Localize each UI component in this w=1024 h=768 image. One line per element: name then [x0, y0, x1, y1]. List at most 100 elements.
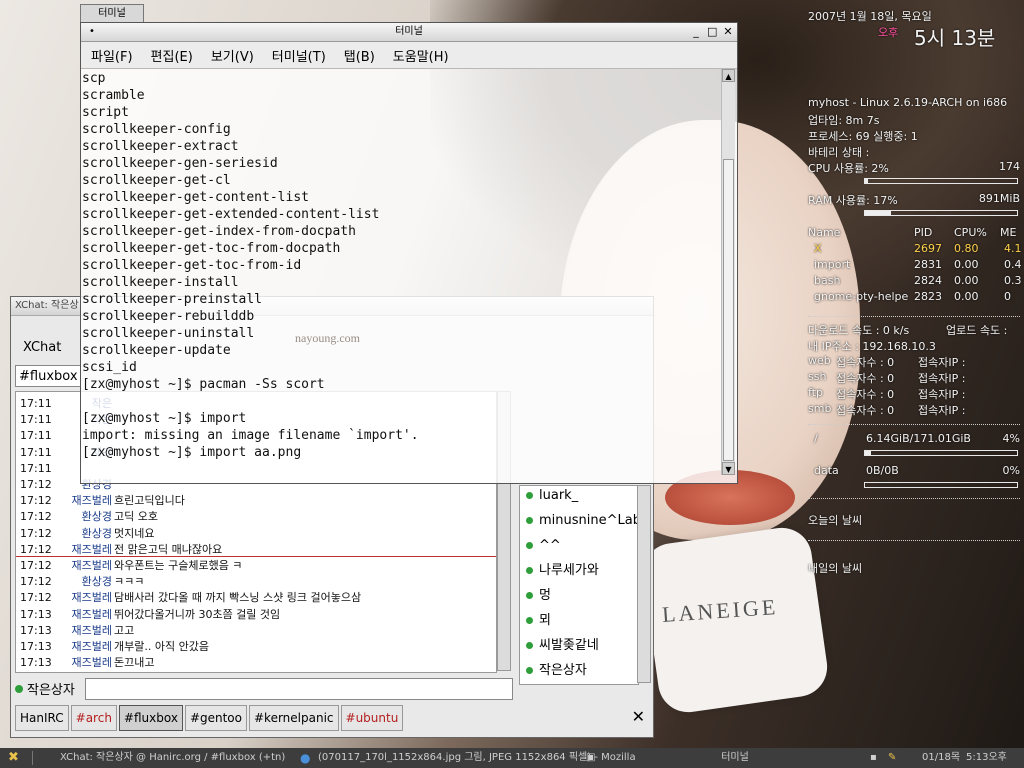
user-list-item[interactable]: minusnine^Lab	[520, 509, 638, 533]
menu-edit[interactable]: 편집(E)	[151, 46, 193, 65]
terminal-output[interactable]: scp scramble script scrollkeeper-config scro…	[81, 68, 721, 475]
menu-terminal[interactable]: 터미널(T)	[272, 46, 326, 65]
conky-divider	[808, 540, 1020, 541]
menu-tabs[interactable]: 탭(B)	[344, 46, 375, 65]
service-ip: 접속자IP :	[918, 356, 966, 369]
minimize-icon[interactable]: _	[691, 23, 701, 41]
tab-hanirc[interactable]: HanIRC	[15, 705, 69, 731]
user-list-item[interactable]: luark_	[520, 486, 578, 508]
service-ip: 접속자IP :	[918, 372, 966, 385]
terminal-line: scp	[82, 71, 106, 86]
terminal-tab[interactable]: 터미널	[80, 4, 144, 22]
user-status-icon	[526, 641, 533, 649]
scroll-up-arrow-icon[interactable]: ▲	[722, 69, 735, 82]
service-name: ssh	[808, 370, 827, 383]
proc-pid: 2823	[914, 290, 942, 303]
fluxbox-menu-icon[interactable]: ✖	[8, 748, 19, 768]
chat-message: 17:12 재즈벌레 담배사러 갔다올 때 까지 빡스닝 스샷 링크 걸어놓으삼	[16, 590, 496, 606]
conky-ram-total: 891MiB	[978, 192, 1020, 205]
service-connections: 접속자수 : 0	[836, 404, 895, 417]
terminal-line: scramble	[82, 88, 145, 103]
terminal-line: scsi_id	[82, 360, 137, 375]
user-list-item[interactable]: 나루세가와	[520, 559, 599, 583]
proc-pid: 2824	[914, 274, 942, 287]
tab-fluxbox[interactable]: #fluxbox	[118, 705, 183, 731]
message-nick[interactable]: 재즈벌레	[72, 655, 112, 671]
message-time: 17:12	[20, 526, 52, 540]
terminal-scrollbar[interactable]: ▲ ▼	[721, 69, 735, 475]
disk-data-bar	[864, 482, 1018, 488]
message-nick[interactable]: 재즈벌레	[72, 623, 112, 639]
proc-header-pid: PID	[914, 226, 933, 239]
scroll-down-arrow-icon[interactable]: ▼	[722, 462, 735, 475]
window-menu-icon[interactable]: •	[89, 23, 95, 41]
user-list-item[interactable]: 멍	[520, 584, 551, 608]
terminal-titlebar[interactable]: • 터미널 _ □ ✕	[81, 23, 737, 42]
user-list-item[interactable]: 씨발좆같네	[520, 634, 599, 658]
conky-divider	[808, 424, 1020, 425]
menu-view[interactable]: 보기(V)	[211, 46, 254, 65]
terminal-line: scrollkeeper-get-toc-from-docpath	[82, 241, 341, 256]
message-time: 17:12	[20, 510, 52, 524]
message-input[interactable]	[85, 678, 513, 700]
message-nick[interactable]: 재즈벌레	[72, 590, 112, 606]
proc-header-cpu: CPU%	[954, 226, 987, 239]
maximize-icon[interactable]: □	[707, 23, 717, 41]
message-nick[interactable]: 재즈벌레	[72, 607, 112, 623]
message-time: 17:12	[20, 591, 52, 605]
conky-upload: 업로드 속도 :	[946, 324, 1008, 337]
taskbar-clock: 5:13오후	[966, 752, 1007, 763]
message-time: 17:13	[20, 623, 52, 637]
taskbar-date: 01/18목	[922, 752, 961, 763]
tray-icon[interactable]: ▪	[870, 748, 877, 768]
message-text: 멋지네요	[114, 526, 155, 540]
close-icon[interactable]: ✕	[723, 23, 733, 41]
conky-ip: 내 IP주소 : 192.168.10.3	[808, 340, 936, 353]
proc-name: bash	[814, 274, 841, 287]
terminal-line: scrollkeeper-get-content-list	[82, 190, 309, 205]
message-text: 와우폰트는 구슬체로했음 ㅋ	[114, 559, 243, 572]
menu-help[interactable]: 도움말(H)	[393, 46, 449, 65]
task-xchat[interactable]: XChat: 작은상자 @ Hanirc.org / #fluxbox (+tn…	[60, 748, 285, 768]
message-nick[interactable]: 환상경	[82, 509, 112, 525]
message-nick[interactable]: 재즈벌레	[72, 558, 112, 574]
tab-arch[interactable]: #arch	[70, 705, 117, 731]
user-nick: 멍	[539, 588, 551, 603]
proc-mem: 4.1	[1004, 242, 1022, 255]
tab-kernelpanic[interactable]: #kernelpanic	[249, 705, 339, 731]
tab-gentoo[interactable]: #gentoo	[184, 705, 247, 731]
conky-ram-label: RAM 사용률: 17%	[808, 194, 898, 207]
user-list-item[interactable]: ^^	[520, 534, 561, 558]
message-time: 17:13	[20, 640, 52, 653]
message-time: 17:11	[20, 413, 52, 427]
service-name: web	[808, 354, 831, 367]
notes-icon[interactable]: ✎	[888, 748, 896, 768]
user-list[interactable]: luark_ minusnine^Lab ^^ 나루세가와 멍 뫼 씨발좆같네 작은상자	[519, 485, 639, 685]
message-nick[interactable]: 재즈벌레	[72, 493, 112, 509]
chat-message: 17:13 재즈벌레 고고	[16, 623, 496, 639]
conky-download: 다운로드 속도 : 0 k/s	[808, 324, 910, 337]
user-list-item[interactable]: 뫼	[520, 609, 551, 633]
message-nick[interactable]: 재즈벌레	[72, 639, 112, 655]
menu-file[interactable]: 파일(F)	[91, 46, 133, 65]
tab-ubuntu[interactable]: #ubuntu	[340, 705, 404, 731]
message-nick[interactable]: 환상경	[82, 526, 112, 542]
proc-mem: 0.3	[1004, 274, 1022, 287]
message-time: 17:11	[20, 445, 52, 459]
taskbar-separator	[32, 751, 33, 765]
close-tab-icon[interactable]: ✕	[632, 707, 645, 726]
message-text: 고고	[114, 623, 135, 637]
userlist-scrollbar[interactable]	[637, 485, 651, 683]
disk-data-value: 0B/0B	[866, 464, 899, 477]
terminal-window[interactable]: • 터미널 _ □ ✕ 파일(F) 편집(E) 보기(V) 터미널(T) 탭(B…	[80, 22, 738, 484]
service-connections: 접속자수 : 0	[836, 388, 895, 401]
chat-message: 17:12 환상경 ㅋㅋㅋ	[16, 574, 496, 590]
nick-button[interactable]: 작은상자	[27, 679, 75, 698]
message-nick[interactable]: 환상경	[82, 574, 112, 590]
terminal-line: scrollkeeper-get-cl	[82, 173, 231, 188]
proc-cpu: 0.00	[954, 258, 979, 271]
scroll-thumb[interactable]	[723, 159, 734, 461]
task-terminal[interactable]: 터미널	[606, 748, 864, 768]
proc-name: gnome-pty-helpe	[814, 290, 909, 303]
